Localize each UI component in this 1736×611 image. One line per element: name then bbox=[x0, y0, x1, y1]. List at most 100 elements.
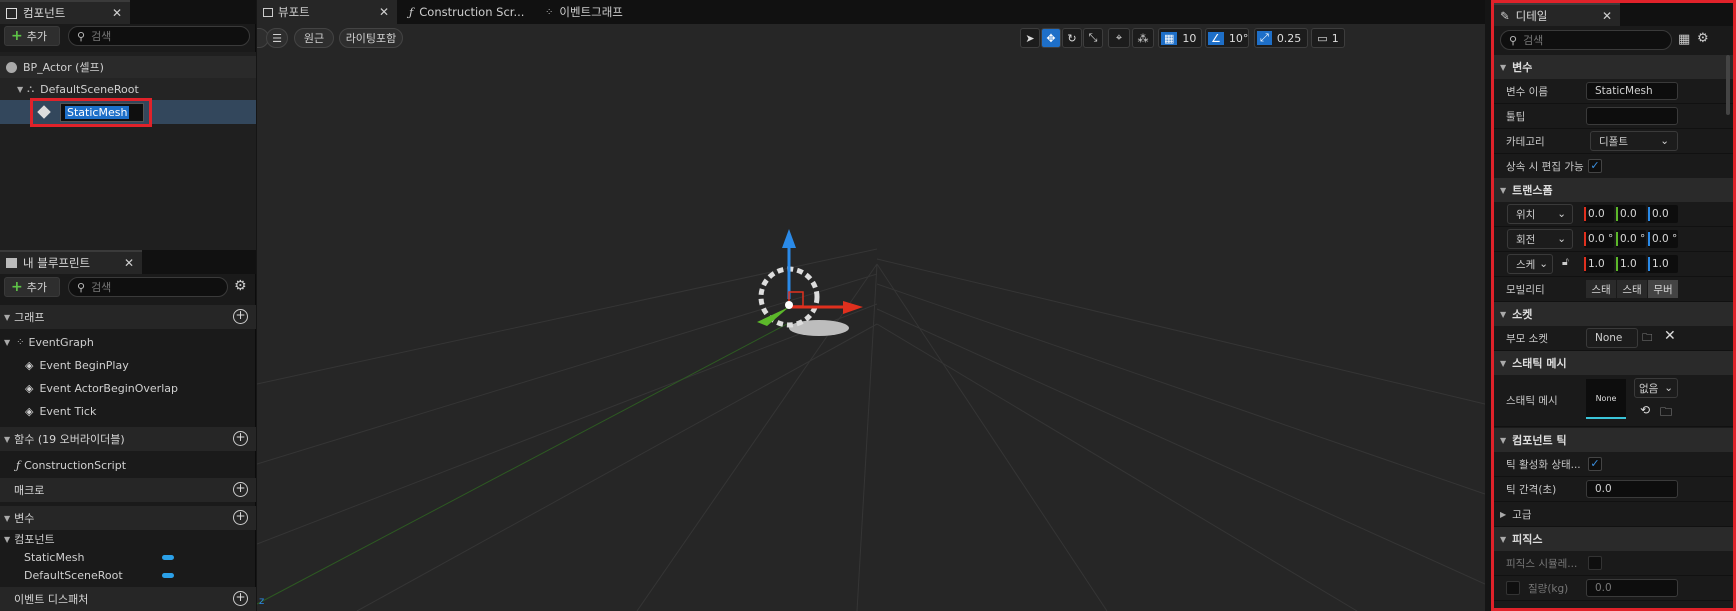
close-icon[interactable]: ✕ bbox=[124, 256, 134, 270]
mesh-dropdown[interactable]: 없음 ⌄ bbox=[1634, 378, 1678, 398]
section-functions[interactable]: ▼ 함수 (19 오버라이더블) + bbox=[0, 427, 256, 451]
section-physics[interactable]: ▼ 피직스 bbox=[1494, 527, 1733, 551]
add-dispatcher-icon[interactable]: + bbox=[233, 591, 248, 606]
list-item-components-category[interactable]: ▼ 컴포넌트 bbox=[0, 529, 256, 549]
section-variables[interactable]: ▼ 변수 + bbox=[0, 506, 256, 530]
list-item-variable[interactable]: DefaultSceneRoot bbox=[0, 565, 256, 585]
scale-snap-button[interactable]: ⤢ 0.25 bbox=[1254, 28, 1308, 48]
gear-icon[interactable]: ⚙ bbox=[234, 278, 247, 294]
mass-override-checkbox[interactable] bbox=[1506, 581, 1520, 595]
rotate-icon: ↻ bbox=[1067, 31, 1077, 45]
list-item-event[interactable]: ◈ Event Tick bbox=[0, 400, 256, 422]
rotation-x-field[interactable]: 0.0 ° bbox=[1584, 230, 1614, 248]
tooltip-field[interactable] bbox=[1586, 107, 1678, 125]
browse-folder-icon[interactable]: 🗀︎ bbox=[1642, 330, 1653, 348]
location-x-field[interactable]: 0.0 bbox=[1584, 205, 1614, 223]
translate-mode-button[interactable]: ✥ bbox=[1041, 28, 1061, 48]
add-function-icon[interactable]: + bbox=[233, 431, 248, 446]
add-blueprint-button[interactable]: + 추가 bbox=[4, 277, 60, 297]
list-item-construction-script[interactable]: ƒ ConstructionScript bbox=[0, 454, 256, 476]
list-item-variable[interactable]: StaticMesh bbox=[0, 547, 256, 567]
list-item-event[interactable]: ◈ Event ActorBeginOverlap bbox=[0, 377, 256, 399]
left-column: 컴포넌트 ✕ + 추가 ⚲ 검색 BP_Actor (셀프) ▼ ⛬ Defau… bbox=[0, 0, 256, 611]
category-dropdown[interactable]: 디폴트 ⌄ bbox=[1590, 131, 1678, 151]
scale-dropdown[interactable]: 스케 ⌄ bbox=[1507, 254, 1553, 274]
scale-z-field[interactable]: 1.0 bbox=[1648, 255, 1678, 273]
row-tooltip: 툴팁 bbox=[1494, 104, 1733, 129]
section-variable[interactable]: ▼ 변수 bbox=[1494, 55, 1733, 79]
rotation-y-field[interactable]: 0.0 ° bbox=[1616, 230, 1646, 248]
list-item-event-graph[interactable]: ▼ ⁘ EventGraph bbox=[0, 331, 256, 353]
unlock-icon[interactable]: 🔓︎ bbox=[1562, 256, 1569, 269]
mass-field[interactable]: 0.0 bbox=[1586, 579, 1678, 597]
add-variable-icon[interactable]: + bbox=[233, 510, 248, 525]
tree-item-bp-actor[interactable]: BP_Actor (셀프) bbox=[0, 56, 256, 78]
use-selected-icon[interactable]: ⟲ bbox=[1640, 403, 1650, 417]
location-dropdown[interactable]: 위치 ⌄ bbox=[1507, 204, 1573, 224]
add-graph-icon[interactable]: + bbox=[233, 309, 248, 324]
section-macros[interactable]: 매크로 + bbox=[0, 478, 256, 502]
add-component-button[interactable]: + 추가 bbox=[4, 26, 60, 46]
mobility-movable-button[interactable]: 무버 bbox=[1648, 280, 1678, 298]
gear-icon[interactable]: ⚙ bbox=[1697, 31, 1709, 46]
blueprint-search-input[interactable]: ⚲ 검색 bbox=[68, 277, 228, 297]
viewport-panel[interactable]: 뷰포트 ✕ ƒ Construction Scr... ⁘ 이벤트그래프 ☰ 원… bbox=[257, 0, 1485, 611]
tick-enabled-checkbox[interactable]: ✓ bbox=[1588, 457, 1602, 471]
variable-name-field[interactable]: StaticMesh bbox=[1586, 82, 1678, 100]
tab-components[interactable]: 컴포넌트 ✕ bbox=[0, 0, 130, 24]
scale-y-field[interactable]: 1.0 bbox=[1616, 255, 1646, 273]
mobility-stationary-button[interactable]: 스태 bbox=[1617, 280, 1647, 298]
tree-item-default-scene-root[interactable]: ▼ ⛬ DefaultSceneRoot bbox=[0, 78, 256, 100]
tab-event-graph[interactable]: ⁘ 이벤트그래프 bbox=[535, 0, 655, 24]
hamburger-menu-button[interactable]: ☰ bbox=[266, 28, 288, 48]
surface-snap-button[interactable]: ⁂ bbox=[1132, 28, 1154, 48]
tree-item-static-mesh[interactable]: StaticMesh bbox=[0, 98, 256, 127]
tick-interval-field[interactable]: 0.0 bbox=[1586, 480, 1678, 498]
world-local-button[interactable]: ⌖ bbox=[1108, 28, 1130, 48]
browse-folder-icon[interactable]: 🗀︎ bbox=[1660, 403, 1672, 424]
section-transform[interactable]: ▼ 트랜스폼 bbox=[1494, 178, 1733, 202]
lighting-button[interactable]: 라이팅포함 bbox=[339, 28, 403, 48]
rotate-mode-button[interactable]: ↻ bbox=[1062, 28, 1082, 48]
section-dispatchers[interactable]: 이벤트 디스패처 + bbox=[0, 587, 256, 611]
section-static-mesh[interactable]: ▼ 스태틱 메시 bbox=[1494, 351, 1733, 375]
rotation-z-field[interactable]: 0.0 ° bbox=[1648, 230, 1678, 248]
tab-viewport[interactable]: 뷰포트 ✕ bbox=[257, 0, 397, 24]
camera-speed-button[interactable]: ▭ 1 bbox=[1311, 28, 1345, 48]
section-graph[interactable]: ▼ 그래프 + bbox=[0, 305, 256, 329]
editable-checkbox[interactable]: ✓ bbox=[1588, 159, 1602, 173]
variable-name-label: 변수 이름 bbox=[1506, 85, 1548, 98]
location-z-field[interactable]: 0.0 bbox=[1648, 205, 1678, 223]
section-component-tick[interactable]: ▼ 컴포넌트 틱 bbox=[1494, 428, 1733, 452]
close-icon[interactable]: ✕ bbox=[112, 6, 122, 20]
tab-my-blueprint[interactable]: 내 블루프린트 ✕ bbox=[0, 250, 142, 274]
rotation-dropdown[interactable]: 회전 ⌄ bbox=[1507, 229, 1573, 249]
section-sockets[interactable]: ▼ 소켓 bbox=[1494, 302, 1733, 326]
mesh-thumbnail[interactable]: None bbox=[1586, 379, 1626, 419]
details-search-input[interactable]: ⚲ 검색 bbox=[1500, 30, 1672, 50]
rotation-snap-button[interactable]: ∠ 10° bbox=[1205, 28, 1249, 48]
scrollbar[interactable] bbox=[1726, 55, 1730, 115]
simulate-physics-checkbox[interactable] bbox=[1588, 556, 1602, 570]
table-view-icon[interactable]: ▦ bbox=[1678, 32, 1690, 47]
parent-socket-field[interactable]: None bbox=[1586, 328, 1638, 348]
close-icon[interactable]: ✕ bbox=[1602, 9, 1612, 23]
components-search-input[interactable]: ⚲ 검색 bbox=[68, 26, 250, 46]
select-mode-button[interactable]: ➤ bbox=[1020, 28, 1040, 48]
row-advanced[interactable]: ▶ 고급 bbox=[1494, 502, 1733, 527]
mobility-static-button[interactable]: 스태 bbox=[1586, 280, 1616, 298]
list-item-event[interactable]: ◈ Event BeginPlay bbox=[0, 354, 256, 376]
location-y-field[interactable]: 0.0 bbox=[1616, 205, 1646, 223]
clear-icon[interactable]: ✕ bbox=[1664, 328, 1676, 344]
viewport-scene[interactable] bbox=[257, 24, 1485, 611]
rotation-label: 회전 bbox=[1516, 233, 1536, 246]
add-macro-icon[interactable]: + bbox=[233, 482, 248, 497]
scale-x-field[interactable]: 1.0 bbox=[1584, 255, 1614, 273]
scale-mode-button[interactable]: ⤡ bbox=[1083, 28, 1103, 48]
tab-construction-script[interactable]: ƒ Construction Scr... bbox=[403, 0, 529, 24]
tab-details[interactable]: ✎ 디테일 ✕ bbox=[1494, 3, 1620, 26]
grid-snap-button[interactable]: ▦ 10 bbox=[1158, 28, 1202, 48]
z-arrowhead-icon bbox=[782, 229, 796, 248]
perspective-button[interactable]: 원근 bbox=[294, 28, 334, 48]
close-icon[interactable]: ✕ bbox=[379, 5, 389, 19]
